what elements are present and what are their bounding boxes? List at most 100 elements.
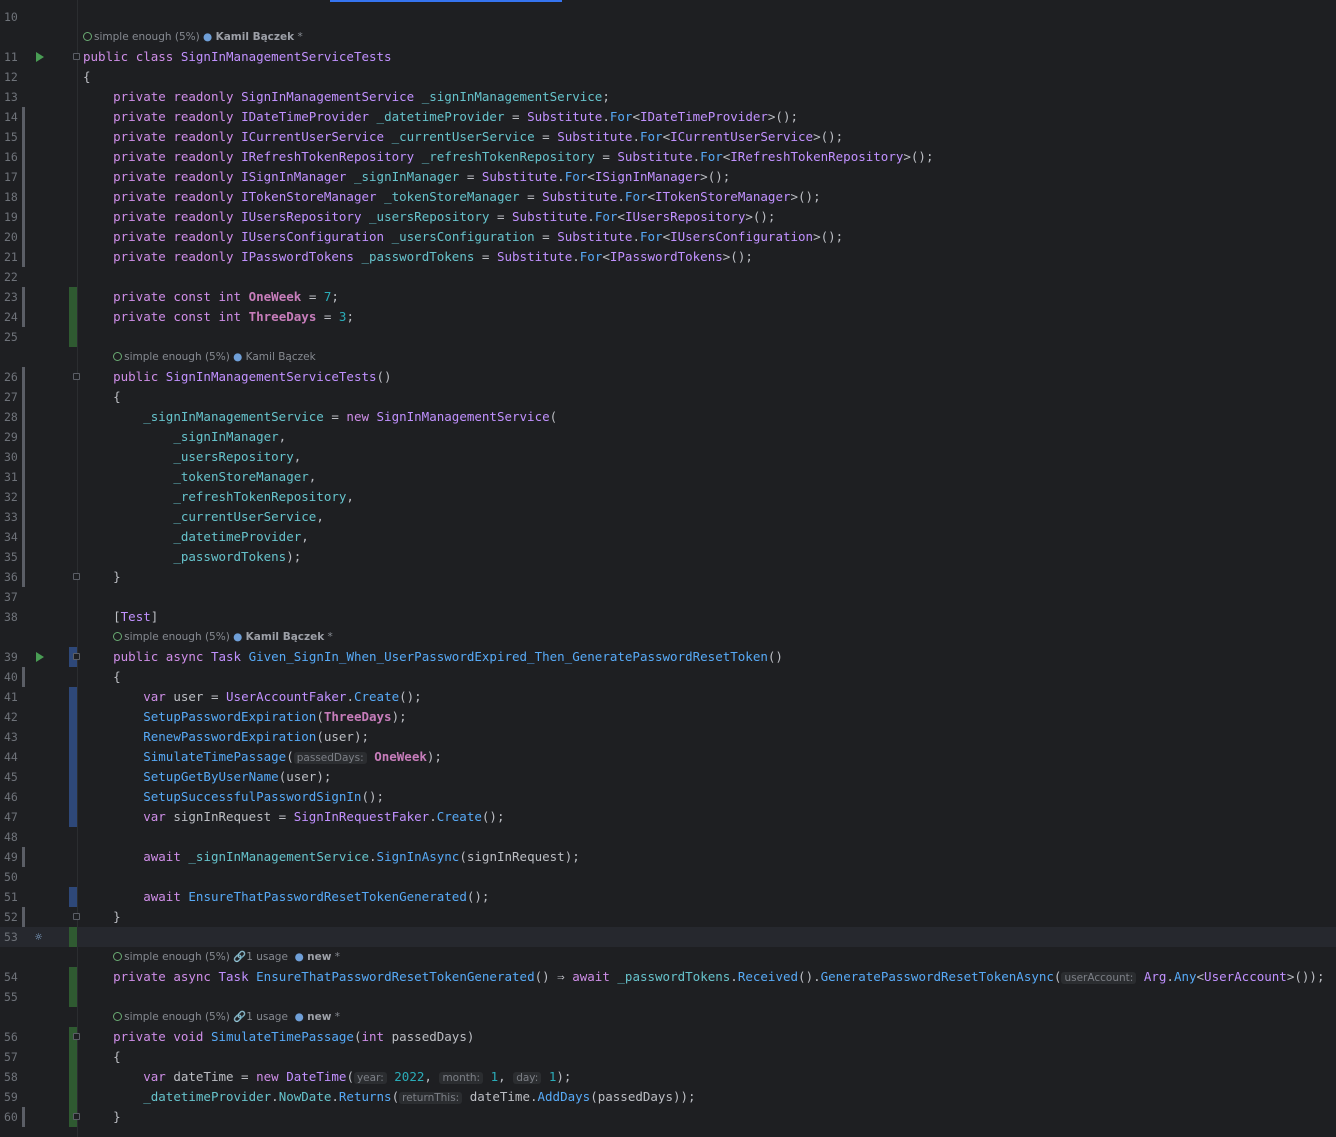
code-line[interactable]: 52 } — [0, 907, 1336, 927]
code-line[interactable]: 59 _datetimeProvider.NowDate.Returns(ret… — [0, 1087, 1336, 1107]
code-line[interactable]: 33 _currentUserService, — [0, 507, 1336, 527]
code-vision-hint[interactable]: simple enough (5%) 🔗1 usage ● new * — [0, 1007, 1336, 1027]
code-line[interactable]: 39 public async Task Given_SignIn_When_U… — [0, 647, 1336, 667]
code-editor[interactable]: 10 11 public class SignInManagementService… — [0, 0, 1336, 1137]
line-number: 43 — [4, 730, 18, 744]
code-vision-hint[interactable]: simple enough (5%) ● Kamil Bączek — [0, 347, 1336, 367]
line-number: 26 — [4, 370, 18, 384]
code-line[interactable]: 50 — [0, 867, 1336, 887]
code-line[interactable]: 47 var signInRequest = SignInRequestFake… — [0, 807, 1336, 827]
code-line[interactable]: 28 _signInManagementService = new SignIn… — [0, 407, 1336, 427]
code-line[interactable]: 41 var user = UserAccountFaker.Create(); — [0, 687, 1336, 707]
line-number: 16 — [4, 150, 18, 164]
run-test-icon[interactable] — [36, 52, 44, 62]
code-text: { — [83, 69, 91, 84]
fold-toggle-icon[interactable] — [73, 53, 80, 60]
code-line[interactable]: 57 { — [0, 1047, 1336, 1067]
link-icon: 🔗 — [233, 951, 247, 963]
code-text: _datetimeProvider.NowDate.Returns(return… — [143, 1089, 696, 1104]
line-number: 24 — [4, 310, 18, 324]
code-line[interactable]: 42 SetupPasswordExpiration(ThreeDays); — [0, 707, 1336, 727]
code-line[interactable]: 53 ☼ — [0, 927, 1336, 947]
code-line[interactable]: 25 — [0, 327, 1336, 347]
code-line[interactable]: 26 public SignInManagementServiceTests() — [0, 367, 1336, 387]
code-line[interactable]: 46 SetupSuccessfulPasswordSignIn(); — [0, 787, 1336, 807]
code-line[interactable]: 20 private readonly IUsersConfiguration … — [0, 227, 1336, 247]
fold-toggle-icon[interactable] — [73, 1113, 80, 1120]
line-number: 50 — [4, 870, 18, 884]
code-line[interactable]: 31 _tokenStoreManager, — [0, 467, 1336, 487]
line-number: 39 — [4, 650, 18, 664]
code-line[interactable]: 30 _usersRepository, — [0, 447, 1336, 467]
code-vision-hint[interactable]: simple enough (5%) 🔗1 usage ● new * — [0, 947, 1336, 967]
code-text: var dateTime = new DateTime(year: 2022, … — [143, 1069, 572, 1084]
line-number: 30 — [4, 450, 18, 464]
code-line[interactable]: 19 private readonly IUsersRepository _us… — [0, 207, 1336, 227]
code-line[interactable]: 21 private readonly IPasswordTokens _pas… — [0, 247, 1336, 267]
user-icon: ● — [233, 351, 243, 363]
code-line[interactable]: 43 RenewPasswordExpiration(user); — [0, 727, 1336, 747]
line-number: 45 — [4, 770, 18, 784]
line-number: 49 — [4, 850, 18, 864]
code-text: } — [83, 569, 121, 584]
code-text: SetupSuccessfulPasswordSignIn(); — [143, 789, 385, 804]
code-text: } — [83, 1109, 121, 1124]
code-line[interactable]: 17 private readonly ISignInManager _sign… — [0, 167, 1336, 187]
code-line[interactable]: 49 await _signInManagementService.SignIn… — [0, 847, 1336, 867]
line-number: 51 — [4, 890, 18, 904]
code-line[interactable]: 24 private const int ThreeDays = 3; — [0, 307, 1336, 327]
code-text: private const int ThreeDays = 3; — [113, 309, 354, 324]
vcs-added-marker — [69, 327, 77, 347]
code-line[interactable]: 15 private readonly ICurrentUserService … — [0, 127, 1336, 147]
line-number: 36 — [4, 570, 18, 584]
code-line[interactable]: 34 _datetimeProvider, — [0, 527, 1336, 547]
code-line[interactable]: 23 private const int OneWeek = 7; — [0, 287, 1336, 307]
code-line[interactable]: 58 var dateTime = new DateTime(year: 202… — [0, 1067, 1336, 1087]
code-text: var signInRequest = SignInRequestFaker.C… — [143, 809, 505, 824]
code-line[interactable]: 40 { — [0, 667, 1336, 687]
fold-toggle-icon[interactable] — [73, 1033, 80, 1040]
line-number: 21 — [4, 250, 18, 264]
bookmark-marker — [22, 427, 25, 447]
code-line[interactable]: 36 } — [0, 567, 1336, 587]
run-test-icon[interactable] — [36, 652, 44, 662]
code-text: _signInManager, — [173, 429, 287, 444]
code-line[interactable]: 44 SimulateTimePassage(passedDays: OneWe… — [0, 747, 1336, 767]
code-line[interactable]: 60 } — [0, 1107, 1336, 1127]
code-line[interactable]: 54 private async Task EnsureThatPassword… — [0, 967, 1336, 987]
code-line[interactable]: 55 — [0, 987, 1336, 1007]
fold-toggle-icon[interactable] — [73, 573, 80, 580]
code-line[interactable]: 10 — [0, 7, 1336, 27]
code-vision-hint[interactable]: simple enough (5%) ● Kamil Bączek * — [0, 627, 1336, 647]
code-text: public class SignInManagementServiceTest… — [83, 49, 392, 64]
code-line[interactable]: 45 SetupGetByUserName(user); — [0, 767, 1336, 787]
code-line[interactable]: 16 private readonly IRefreshTokenReposit… — [0, 147, 1336, 167]
fold-toggle-icon[interactable] — [73, 373, 80, 380]
code-line[interactable]: 38 [Test] — [0, 607, 1336, 627]
code-line[interactable]: 48 — [0, 827, 1336, 847]
code-line[interactable]: 12 { — [0, 67, 1336, 87]
code-line[interactable]: 37 — [0, 587, 1336, 607]
code-text: _currentUserService, — [173, 509, 324, 524]
code-line[interactable]: 27 { — [0, 387, 1336, 407]
code-line[interactable]: 35 _passwordTokens); — [0, 547, 1336, 567]
code-line[interactable]: 14 private readonly IDateTimeProvider _d… — [0, 107, 1336, 127]
lightbulb-icon[interactable]: ☼ — [35, 930, 42, 944]
bookmark-marker — [22, 367, 25, 387]
code-line[interactable]: 29 _signInManager, — [0, 427, 1336, 447]
line-number: 53 — [4, 930, 18, 944]
code-line[interactable]: 18 private readonly ITokenStoreManager _… — [0, 187, 1336, 207]
vcs-modified-marker — [69, 687, 77, 707]
code-line[interactable]: 32 _refreshTokenRepository, — [0, 487, 1336, 507]
code-line[interactable]: 51 await EnsureThatPasswordResetTokenGen… — [0, 887, 1336, 907]
fold-toggle-icon[interactable] — [73, 913, 80, 920]
code-line[interactable]: 22 — [0, 267, 1336, 287]
code-line[interactable]: 56 private void SimulateTimePassage(int … — [0, 1027, 1336, 1047]
code-line[interactable]: 11 public class SignInManagementServiceTe… — [0, 47, 1336, 67]
code-line[interactable]: 13 private readonly SignInManagementServ… — [0, 87, 1336, 107]
fold-toggle-icon[interactable] — [73, 653, 80, 660]
bookmark-marker — [22, 847, 25, 867]
code-vision-text: simple enough (5%) 🔗1 usage ● new * — [113, 1007, 340, 1027]
code-vision-hint[interactable]: simple enough (5%) ● Kamil Bączek * — [0, 27, 1336, 47]
bookmark-marker — [22, 507, 25, 527]
